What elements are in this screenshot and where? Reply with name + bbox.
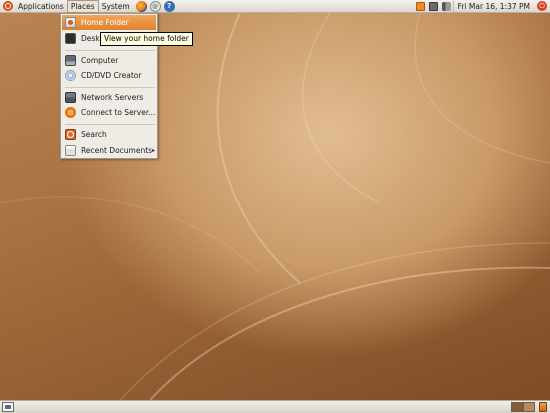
menu-item-label: Network Servers xyxy=(81,93,144,102)
tooltip: View your home folder xyxy=(100,32,193,46)
top-panel: Applications Places System @ ? Fri Mar 1… xyxy=(0,0,550,13)
menu-item-label: Home Folder xyxy=(81,18,129,27)
computer-icon xyxy=(65,55,76,66)
firefox-icon[interactable] xyxy=(135,0,147,12)
menu-separator xyxy=(65,50,155,51)
workspace-switcher xyxy=(511,402,535,412)
menu-item-connect-to-server[interactable]: Connect to Server... xyxy=(62,105,156,120)
menu-item-label: Connect to Server... xyxy=(81,108,156,117)
menu-item-label: Search xyxy=(81,130,107,139)
workspace-2[interactable] xyxy=(523,402,535,412)
volume-icon[interactable] xyxy=(441,1,451,11)
connect-server-icon xyxy=(65,107,76,118)
menu-item-label: Computer xyxy=(81,56,119,65)
network-servers-icon xyxy=(65,92,76,103)
clock[interactable]: Fri Mar 16, 1:37 PM xyxy=(452,0,534,12)
menu-separator xyxy=(65,87,155,88)
applications-menu[interactable]: Applications xyxy=(15,0,67,13)
network-icon[interactable] xyxy=(428,1,438,11)
search-icon xyxy=(65,129,76,140)
menu-item-label: Recent Documents xyxy=(81,146,153,155)
menu-item-label: CD/DVD Creator xyxy=(81,71,142,80)
help-icon[interactable]: ? xyxy=(163,0,175,12)
menu-item-recent-documents[interactable]: Recent Documents ▸ xyxy=(62,143,156,158)
home-folder-icon xyxy=(65,17,76,28)
cd-dvd-icon xyxy=(65,70,76,81)
menu-item-network-servers[interactable]: Network Servers xyxy=(62,90,156,105)
menu-item-search[interactable]: Search xyxy=(62,127,156,142)
trash-icon[interactable] xyxy=(539,402,547,412)
menu-item-computer[interactable]: Computer xyxy=(62,53,156,68)
mail-icon[interactable]: @ xyxy=(149,0,161,12)
update-notifier-icon[interactable] xyxy=(415,1,425,11)
show-desktop-icon[interactable] xyxy=(2,402,14,412)
menu-item-cd-dvd-creator[interactable]: CD/DVD Creator xyxy=(62,68,156,83)
bottom-panel xyxy=(0,400,550,413)
power-icon[interactable]: ⏻ xyxy=(537,1,547,11)
places-menu-button[interactable]: Places xyxy=(66,0,99,13)
menu-item-home-folder[interactable]: Home Folder xyxy=(62,15,156,30)
submenu-arrow-icon: ▸ xyxy=(152,147,156,154)
recent-documents-icon xyxy=(65,145,76,156)
desktop-icon xyxy=(65,33,76,44)
workspace-1[interactable] xyxy=(511,402,523,412)
menu-separator xyxy=(65,124,155,125)
ubuntu-logo-icon[interactable] xyxy=(3,1,13,11)
system-menu[interactable]: System xyxy=(99,0,133,13)
notification-area: Fri Mar 16, 1:37 PM ⏻ xyxy=(414,0,550,13)
